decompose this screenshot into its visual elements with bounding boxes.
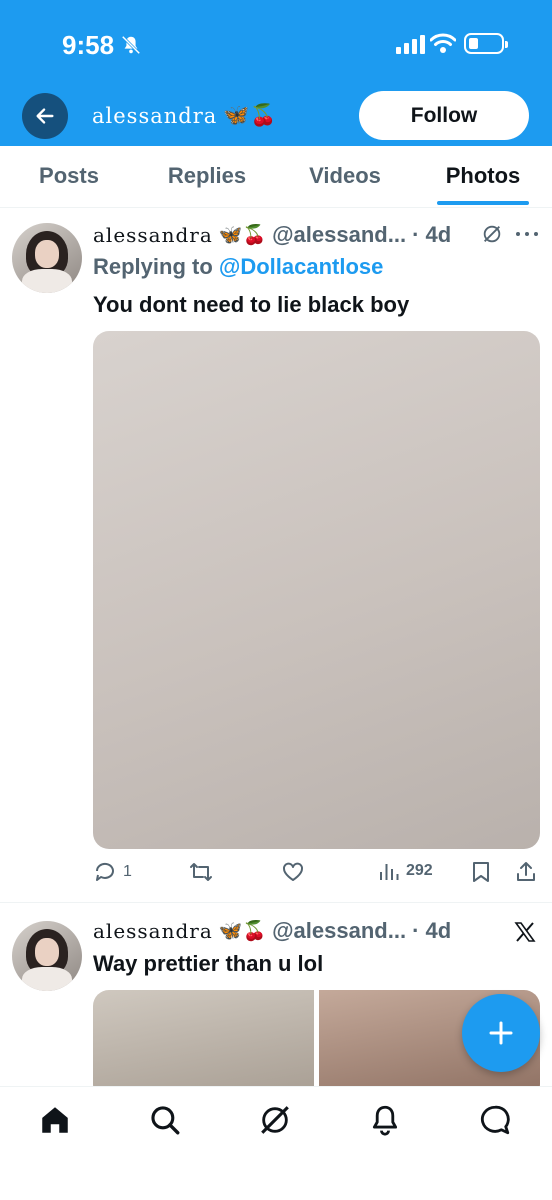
replying-to-prefix: Replying to: [93, 254, 213, 279]
bookmark-button[interactable]: [471, 860, 491, 884]
status-time: 9:58: [62, 30, 115, 60]
tab-posts[interactable]: Posts: [0, 146, 138, 207]
bottom-nav: [0, 1086, 552, 1200]
tweet-handle[interactable]: @alessand...: [272, 918, 406, 944]
tweet-text: You dont need to lie black boy: [93, 292, 410, 317]
tweet-text: Way prettier than u lol: [93, 951, 324, 976]
tweet-actions: 1 292: [93, 860, 540, 890]
battery-icon: [464, 33, 508, 54]
profile-tabs: Posts Replies Videos Photos: [0, 146, 552, 208]
views-button[interactable]: 292: [378, 860, 433, 882]
reply-icon: [95, 862, 114, 881]
tweet-meta: alessandra 🦋🍒 @alessand... · 4d: [93, 918, 451, 944]
notifications-icon[interactable]: [368, 1103, 402, 1137]
grok-icon[interactable]: [481, 223, 503, 245]
views-count: 292: [406, 862, 433, 879]
profile-header-bar: 9:58 alessandra 🦋🍒 Follow: [0, 0, 552, 146]
tweet-photo[interactable]: [93, 331, 540, 849]
tweet-meta: alessandra 🦋🍒 @alessand... · 4d: [93, 222, 451, 248]
back-arrow-icon: [36, 108, 54, 124]
reply-button[interactable]: 1: [93, 860, 132, 884]
search-icon[interactable]: [148, 1103, 182, 1137]
avatar[interactable]: [12, 921, 82, 991]
tweet[interactable]: alessandra 🦋🍒 @alessand... · 4d Way pret…: [0, 904, 552, 1086]
replying-to: Replying to @Dollacantlose: [93, 254, 383, 280]
reply-count: 1: [123, 863, 132, 880]
like-icon: [283, 862, 303, 881]
wifi-icon: [430, 33, 456, 53]
tweet[interactable]: alessandra 🦋🍒 @alessand... · 4d Replying…: [0, 210, 552, 903]
retweet-button[interactable]: [188, 860, 214, 884]
tweet-age: · 4d: [412, 918, 452, 943]
retweet-icon: [190, 863, 212, 881]
grok-icon[interactable]: [258, 1103, 292, 1137]
tweet-photo[interactable]: [93, 990, 314, 1086]
follow-button[interactable]: Follow: [359, 91, 529, 140]
tweet-name-emoji: 🦋🍒: [218, 921, 267, 942]
tweet-age: · 4d: [412, 222, 452, 247]
views-icon: [380, 864, 399, 880]
messages-icon[interactable]: [478, 1103, 512, 1137]
home-icon[interactable]: [38, 1103, 72, 1137]
avatar[interactable]: [12, 223, 82, 293]
compose-button[interactable]: [462, 994, 540, 1072]
tweet-name-emoji: 🦋🍒: [218, 225, 267, 246]
profile-name-emoji: 🦋🍒: [223, 103, 278, 127]
tweet-handle[interactable]: @alessand...: [272, 222, 406, 248]
replying-to-handle[interactable]: @Dollacantlose: [219, 254, 384, 279]
tab-replies[interactable]: Replies: [138, 146, 276, 207]
tweet-display-name[interactable]: alessandra: [93, 919, 213, 943]
silent-mode-icon: [121, 35, 141, 55]
status-bar: 9:58: [0, 0, 552, 90]
profile-name: alessandra 🦋🍒: [92, 103, 278, 128]
cellular-signal-icon: [396, 34, 425, 54]
share-icon: [517, 862, 535, 881]
tab-photos[interactable]: Photos: [414, 146, 552, 207]
profile-name-text: alessandra: [92, 103, 218, 128]
tab-videos[interactable]: Videos: [276, 146, 414, 207]
plus-icon: [489, 1021, 513, 1045]
back-button[interactable]: [22, 93, 68, 139]
share-button[interactable]: [514, 860, 538, 884]
more-icon[interactable]: [515, 230, 539, 238]
like-button[interactable]: [281, 860, 305, 884]
bookmark-icon: [473, 862, 489, 882]
tweet-display-name[interactable]: alessandra: [93, 223, 213, 247]
x-logo-icon[interactable]: [513, 920, 537, 944]
